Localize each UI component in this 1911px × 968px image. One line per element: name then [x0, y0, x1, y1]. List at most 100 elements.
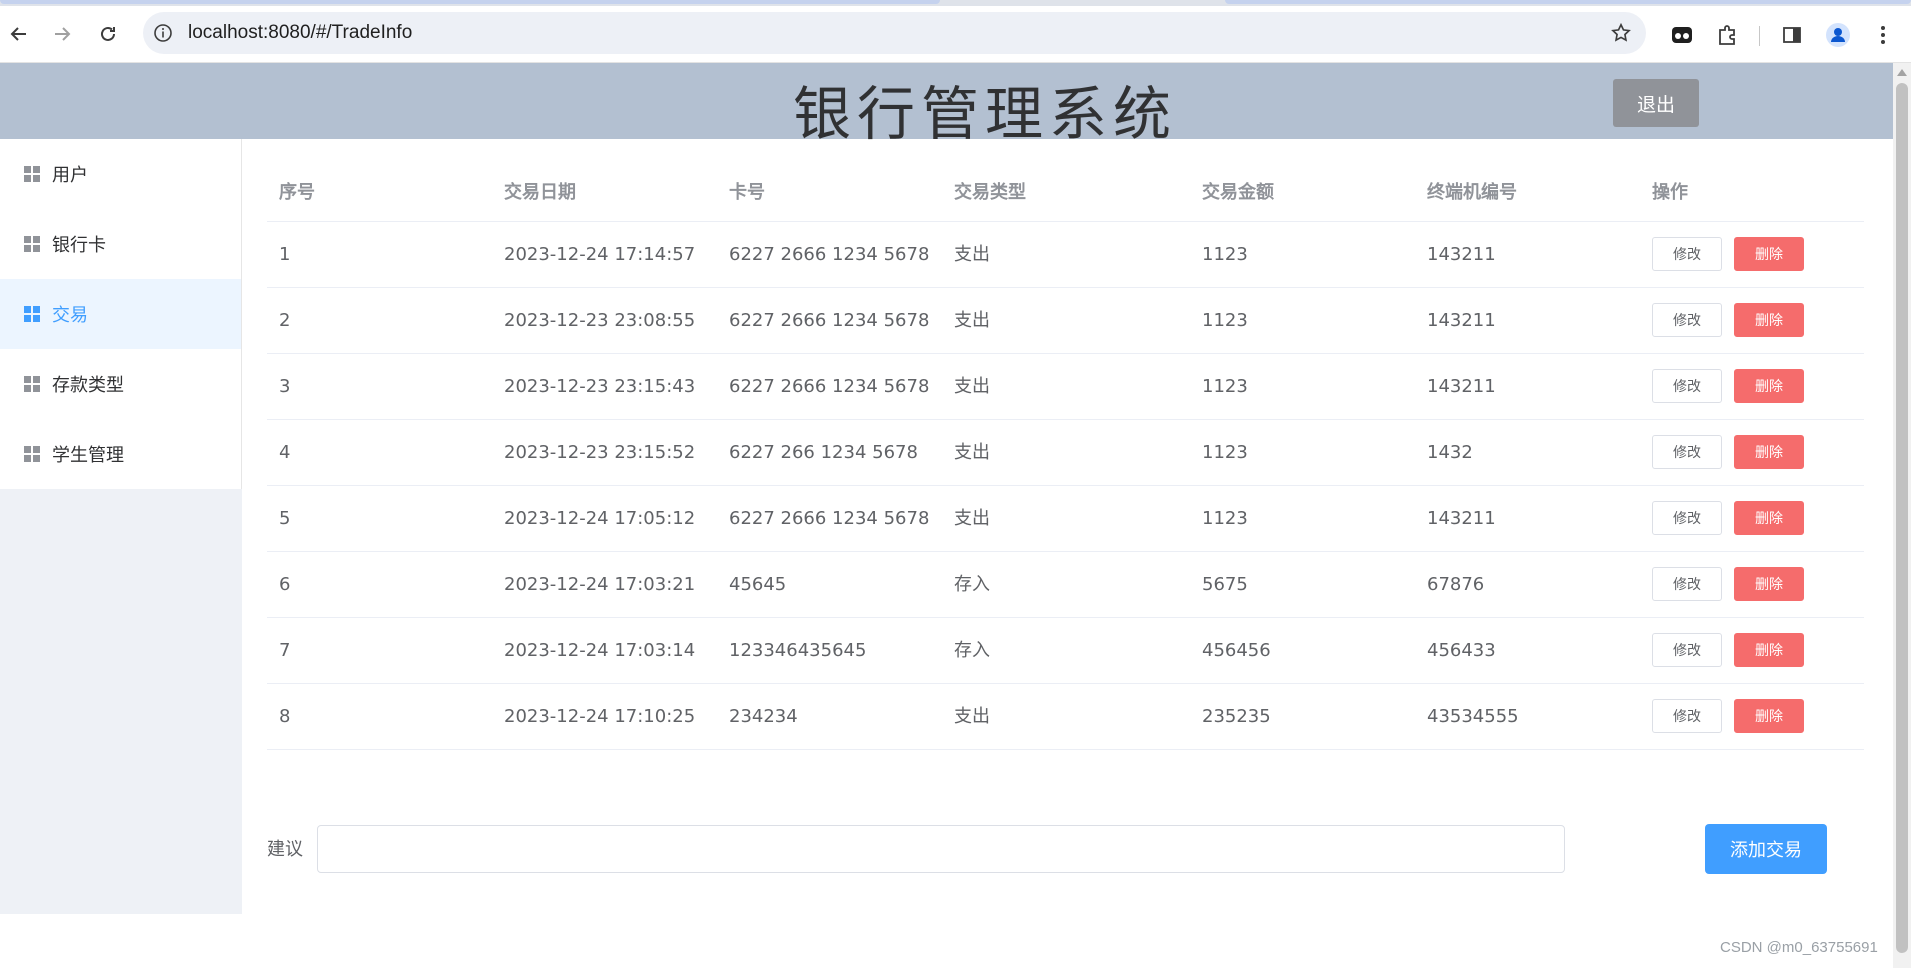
sidebar-item-deposit-types[interactable]: 存款类型: [0, 349, 241, 419]
sidebar-menu: 用户 银行卡 交易 存款类型 学生管理: [0, 139, 242, 489]
edit-button[interactable]: 修改: [1652, 303, 1722, 337]
edit-button[interactable]: 修改: [1652, 369, 1722, 403]
add-transaction-button[interactable]: 添加交易: [1705, 824, 1827, 874]
edit-button[interactable]: 修改: [1652, 501, 1722, 535]
column-header[interactable]: 交易金额: [1202, 164, 1274, 221]
cell-terminal: 43534555: [1427, 706, 1519, 727]
reload-button[interactable]: [94, 20, 122, 48]
arrow-right-icon: [55, 27, 71, 41]
table-row: 8 2023-12-24 17:10:25 234234 支出 235235 4…: [267, 684, 1864, 750]
cell-index: 3: [279, 376, 291, 397]
table-row: 4 2023-12-23 23:15:52 6227 266 1234 5678…: [267, 420, 1864, 486]
cell-card-number: 6227 2666 1234 5678: [729, 244, 930, 265]
sidebar-item-bank-cards[interactable]: 银行卡: [0, 209, 241, 279]
edit-button[interactable]: 修改: [1652, 699, 1722, 733]
column-header[interactable]: 终端机编号: [1427, 164, 1517, 221]
cell-type: 存入: [954, 640, 990, 661]
bookmark-star-icon[interactable]: [1610, 22, 1632, 44]
page-scrollbar[interactable]: [1893, 63, 1911, 968]
browser-toolbar: localhost:8080/#/TradeInfo: [0, 6, 1911, 63]
table-row: 7 2023-12-24 17:03:14 123346435645 存入 45…: [267, 618, 1864, 684]
back-button[interactable]: [5, 20, 33, 48]
scrollbar-thumb[interactable]: [1896, 83, 1908, 953]
cell-date: 2023-12-24 17:05:12: [504, 508, 696, 529]
incognito-extension-icon[interactable]: [1669, 22, 1695, 48]
column-header[interactable]: 交易日期: [504, 164, 576, 221]
cell-card-number: 6227 266 1234 5678: [729, 442, 918, 463]
cell-terminal: 143211: [1427, 244, 1496, 265]
cell-card-number: 45645: [729, 574, 787, 595]
cell-type: 存入: [954, 574, 990, 595]
grid-icon: [24, 236, 40, 252]
cell-amount: 456456: [1202, 640, 1271, 661]
cell-date: 2023-12-24 17:03:14: [504, 640, 696, 661]
tab-inactive[interactable]: [0, 0, 940, 4]
column-header[interactable]: 序号: [279, 164, 315, 221]
cell-amount: 1123: [1202, 376, 1248, 397]
delete-button[interactable]: 删除: [1734, 699, 1804, 733]
cell-index: 1: [279, 244, 291, 265]
browser-menu-icon[interactable]: [1870, 22, 1896, 48]
table-row: 2 2023-12-23 23:08:55 6227 2666 1234 567…: [267, 288, 1864, 354]
extensions-puzzle-icon[interactable]: [1714, 22, 1740, 48]
toolbar-divider: [1759, 26, 1760, 46]
site-info-icon[interactable]: [153, 23, 173, 43]
cell-type: 支出: [954, 442, 990, 463]
sidebar-item-label: 用户: [52, 165, 88, 186]
cell-index: 5: [279, 508, 291, 529]
cell-date: 2023-12-24 17:10:25: [504, 706, 696, 727]
sidebar-item-transactions[interactable]: 交易: [0, 279, 241, 349]
sidebar-item-label: 存款类型: [52, 375, 124, 396]
sidebar-item-users[interactable]: 用户: [0, 139, 241, 209]
delete-button[interactable]: 删除: [1734, 237, 1804, 271]
cell-index: 2: [279, 310, 291, 331]
forward-button[interactable]: [48, 20, 76, 48]
column-header[interactable]: 操作: [1652, 164, 1688, 221]
delete-button[interactable]: 删除: [1734, 303, 1804, 337]
address-bar[interactable]: localhost:8080/#/TradeInfo: [143, 12, 1646, 54]
delete-button[interactable]: 删除: [1734, 633, 1804, 667]
edit-button[interactable]: 修改: [1652, 633, 1722, 667]
cell-date: 2023-12-23 23:15:52: [504, 442, 696, 463]
delete-button[interactable]: 删除: [1734, 501, 1804, 535]
side-panel-icon[interactable]: [1779, 22, 1805, 48]
main-content: 序号 交易日期 卡号 交易类型 交易金额 终端机编号 操作 1 2023-12-…: [242, 139, 1893, 968]
reload-icon: [101, 26, 115, 41]
cell-date: 2023-12-23 23:08:55: [504, 310, 696, 331]
table-row: 6 2023-12-24 17:03:21 45645 存入 5675 6787…: [267, 552, 1864, 618]
delete-button[interactable]: 删除: [1734, 435, 1804, 469]
cell-date: 2023-12-24 17:03:21: [504, 574, 696, 595]
sidebar-item-student-management[interactable]: 学生管理: [0, 419, 241, 489]
table-row: 3 2023-12-23 23:15:43 6227 2666 1234 567…: [267, 354, 1864, 420]
sidebar: 用户 银行卡 交易 存款类型 学生管理: [0, 139, 242, 914]
profile-avatar-icon[interactable]: [1825, 22, 1851, 48]
cell-index: 7: [279, 640, 291, 661]
sidebar-item-label: 银行卡: [52, 235, 106, 256]
edit-button[interactable]: 修改: [1652, 567, 1722, 601]
arrow-left-icon: [10, 27, 26, 41]
logout-button[interactable]: 退出: [1613, 79, 1699, 127]
table-row: 5 2023-12-24 17:05:12 6227 2666 1234 567…: [267, 486, 1864, 552]
cell-terminal: 143211: [1427, 508, 1496, 529]
cell-card-number: 6227 2666 1234 5678: [729, 310, 930, 331]
transactions-table: 序号 交易日期 卡号 交易类型 交易金额 终端机编号 操作 1 2023-12-…: [267, 164, 1864, 750]
cell-amount: 1123: [1202, 310, 1248, 331]
cell-type: 支出: [954, 244, 990, 265]
suggestion-input[interactable]: [317, 825, 1565, 873]
cell-card-number: 234234: [729, 706, 798, 727]
url-text[interactable]: localhost:8080/#/TradeInfo: [188, 12, 412, 54]
cell-type: 支出: [954, 376, 990, 397]
edit-button[interactable]: 修改: [1652, 237, 1722, 271]
cell-date: 2023-12-24 17:14:57: [504, 244, 696, 265]
column-header[interactable]: 卡号: [729, 164, 765, 221]
tab-inactive[interactable]: [1225, 0, 1911, 4]
cell-type: 支出: [954, 706, 990, 727]
cell-type: 支出: [954, 310, 990, 331]
scroll-up-icon[interactable]: [1897, 69, 1907, 76]
column-header[interactable]: 交易类型: [954, 164, 1026, 221]
delete-button[interactable]: 删除: [1734, 567, 1804, 601]
sidebar-item-label: 学生管理: [52, 445, 124, 466]
delete-button[interactable]: 删除: [1734, 369, 1804, 403]
grid-icon: [24, 166, 40, 182]
edit-button[interactable]: 修改: [1652, 435, 1722, 469]
